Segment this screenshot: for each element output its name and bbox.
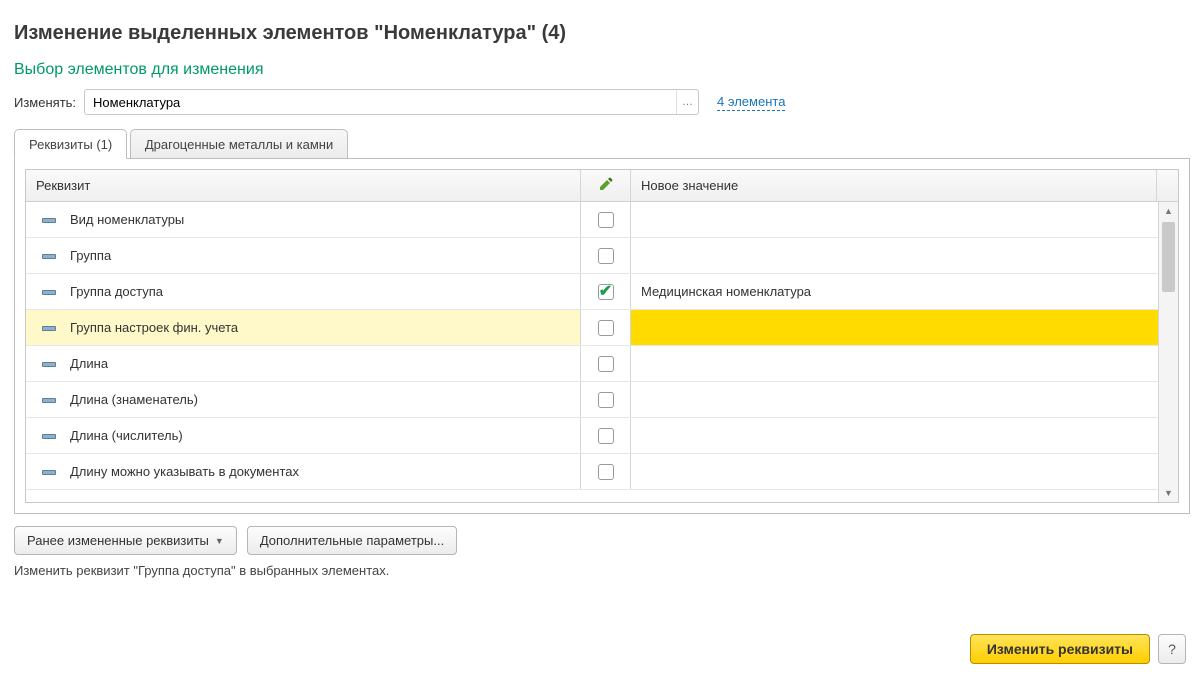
checkbox-icon [598,428,614,444]
tabs: Реквизиты (1) Драгоценные металлы и камн… [14,129,1190,159]
attribute-label: Группа доступа [70,284,163,299]
cell-attribute: Длину можно указывать в документах [26,454,581,489]
status-text: Изменить реквизит "Группа доступа" в выб… [14,563,1190,578]
table-row[interactable]: Длину можно указывать в документах [26,454,1178,490]
change-input-wrap: … [84,89,699,115]
cell-attribute: Длина (числитель) [26,418,581,453]
cell-attribute: Группа [26,238,581,273]
ellipsis-icon: … [682,97,693,108]
change-label: Изменять: [14,95,84,110]
checkbox-icon [598,248,614,264]
cell-new-value[interactable] [631,238,1178,273]
cell-attribute: Группа доступа [26,274,581,309]
grid-body: Вид номенклатуры Группа Группа доступа Меди… [26,202,1178,502]
page-subtitle: Выбор элементов для изменения [14,61,1190,79]
cell-checkbox[interactable] [581,310,631,345]
checkbox-icon [598,392,614,408]
checkbox-icon [598,284,614,300]
cell-new-value[interactable]: Медицинская номенклатура [631,274,1178,309]
cell-checkbox[interactable] [581,454,631,489]
change-input[interactable] [85,95,676,110]
previously-changed-label: Ранее измененные реквизиты [27,533,209,548]
cell-checkbox[interactable] [581,418,631,453]
attribute-label: Длина (числитель) [70,428,183,443]
table-row[interactable]: Группа [26,238,1178,274]
cell-new-value[interactable] [631,202,1178,237]
cell-attribute: Длина [26,346,581,381]
scroll-thumb[interactable] [1162,222,1175,292]
scroll-up-icon[interactable]: ▲ [1159,202,1178,220]
vertical-scrollbar[interactable]: ▲ ▼ [1158,202,1178,502]
scroll-down-icon[interactable]: ▼ [1159,484,1178,502]
checkbox-icon [598,212,614,228]
row-marker-icon [42,470,56,474]
header-edit[interactable] [581,170,631,201]
cell-new-value[interactable] [631,418,1178,453]
attribute-label: Группа [70,248,111,263]
cell-new-value[interactable] [631,346,1178,381]
tab-precious-metals[interactable]: Драгоценные металлы и камни [130,129,348,158]
change-input-more-button[interactable]: … [676,90,698,114]
cell-attribute: Группа настроек фин. учета [26,310,581,345]
attribute-label: Группа настроек фин. учета [70,320,238,335]
header-scroll-spacer [1157,170,1178,201]
tab-content: Реквизит Новое значение Вид номенклатуры… [14,159,1190,514]
pencil-icon [598,176,614,195]
row-marker-icon [42,434,56,438]
row-marker-icon [42,362,56,366]
grid-header: Реквизит Новое значение [26,170,1178,202]
additional-params-label: Дополнительные параметры... [260,533,444,548]
help-button[interactable]: ? [1158,634,1186,664]
chevron-down-icon: ▼ [215,536,224,546]
elements-count-link[interactable]: 4 элемента [717,94,785,111]
cell-checkbox[interactable] [581,382,631,417]
cell-new-value[interactable] [631,454,1178,489]
cell-checkbox[interactable] [581,238,631,273]
header-attribute[interactable]: Реквизит [26,170,581,201]
tab-attributes[interactable]: Реквизиты (1) [14,129,127,159]
cell-attribute: Вид номенклатуры [26,202,581,237]
table-row[interactable]: Длина (числитель) [26,418,1178,454]
additional-params-button[interactable]: Дополнительные параметры... [247,526,457,555]
header-new-value[interactable]: Новое значение [631,170,1157,201]
change-selector-row: Изменять: … 4 элемента [14,89,1190,115]
bottom-buttons: Ранее измененные реквизиты ▼ Дополнитель… [14,526,1190,555]
row-marker-icon [42,290,56,294]
row-marker-icon [42,254,56,258]
table-row[interactable]: Группа доступа Медицинская номенклатура [26,274,1178,310]
attributes-grid: Реквизит Новое значение Вид номенклатуры… [25,169,1179,503]
cell-new-value[interactable] [631,382,1178,417]
attribute-label: Вид номенклатуры [70,212,184,227]
previously-changed-button[interactable]: Ранее измененные реквизиты ▼ [14,526,237,555]
table-row[interactable]: Длина (знаменатель) [26,382,1178,418]
attribute-label: Длина (знаменатель) [70,392,198,407]
cell-new-value[interactable] [631,310,1178,345]
checkbox-icon [598,464,614,480]
row-marker-icon [42,218,56,222]
cell-attribute: Длина (знаменатель) [26,382,581,417]
page-title: Изменение выделенных элементов "Номенкла… [14,22,1190,45]
footer-buttons: Изменить реквизиты ? [970,634,1186,664]
row-marker-icon [42,326,56,330]
attribute-label: Длину можно указывать в документах [70,464,299,479]
row-marker-icon [42,398,56,402]
table-row[interactable]: Группа настроек фин. учета [26,310,1178,346]
checkbox-icon [598,356,614,372]
table-row[interactable]: Длина [26,346,1178,382]
cell-checkbox[interactable] [581,274,631,309]
checkbox-icon [598,320,614,336]
attribute-label: Длина [70,356,108,371]
cell-checkbox[interactable] [581,202,631,237]
apply-button[interactable]: Изменить реквизиты [970,634,1150,664]
table-row[interactable]: Вид номенклатуры [26,202,1178,238]
cell-checkbox[interactable] [581,346,631,381]
